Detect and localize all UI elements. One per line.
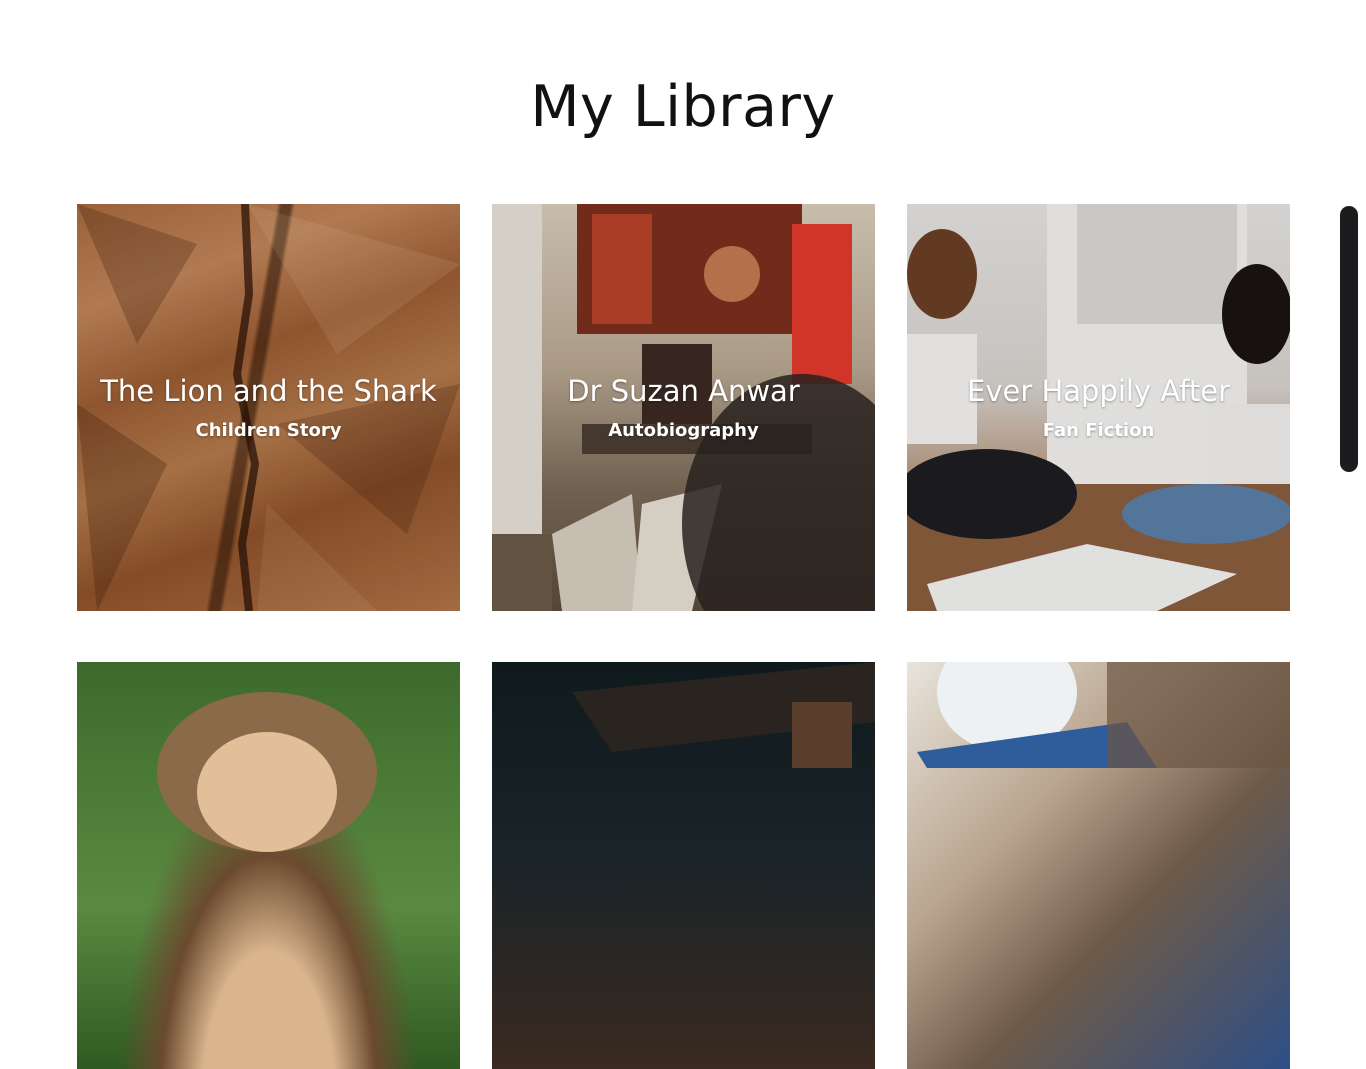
cover-image [157, 692, 377, 852]
book-card-ever-happily-after[interactable]: Ever Happily After Fan Fiction [907, 204, 1290, 611]
book-title: Ever Happily After [967, 374, 1230, 408]
book-card[interactable] [77, 662, 460, 1069]
book-card[interactable] [907, 662, 1290, 1069]
book-card-dr-suzan-anwar[interactable]: Dr Suzan Anwar Autobiography [492, 204, 875, 611]
book-genre: Fan Fiction [1042, 420, 1155, 441]
book-title: Dr Suzan Anwar [567, 374, 800, 408]
book-card-the-lion-and-the-shark[interactable]: The Lion and the Shark Children Story [77, 204, 460, 611]
book-genre: Autobiography [608, 420, 759, 441]
cover-image [572, 662, 875, 768]
book-title: The Lion and the Shark [100, 374, 437, 408]
page-title: My Library [530, 74, 836, 140]
cover-image [917, 662, 1290, 768]
book-genre: Children Story [195, 420, 342, 441]
book-card[interactable] [492, 662, 875, 1069]
scrollbar-thumb[interactable] [1340, 206, 1358, 472]
